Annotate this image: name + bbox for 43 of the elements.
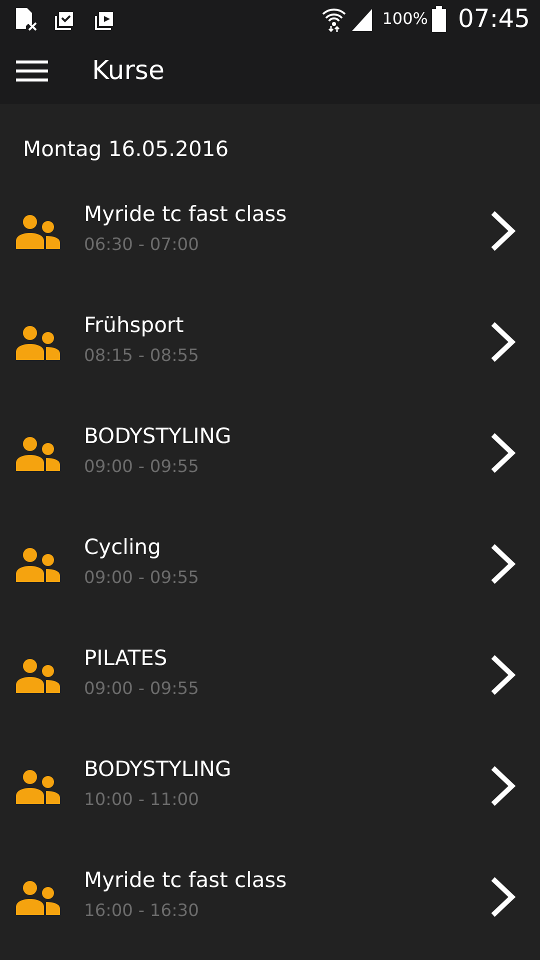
course-row[interactable]: Frühsport 08:15 - 08:55 — [0, 286, 540, 397]
signal-icon — [350, 7, 374, 31]
battery-percentage: 100% — [382, 8, 428, 30]
course-time: 10:00 - 11:00 — [84, 789, 200, 812]
people-icon — [16, 324, 60, 360]
chevron-right-icon — [490, 542, 516, 584]
course-time: 09:00 - 09:55 — [84, 456, 200, 480]
people-icon — [16, 434, 60, 470]
wifi-icon — [322, 6, 346, 32]
course-name: PILATES — [84, 646, 168, 672]
people-icon — [16, 546, 60, 582]
course-name: Myride tc fast class — [84, 202, 288, 228]
sim-card-icon — [14, 7, 38, 31]
course-time: 06:30 - 07:00 — [84, 234, 200, 258]
course-time: 08:15 - 08:55 — [84, 345, 200, 368]
date-header: Montag 16.05.2016 — [22, 136, 230, 163]
course-name: Frühsport — [84, 313, 185, 338]
battery-icon — [432, 6, 446, 32]
course-name: Cycling — [84, 535, 162, 560]
course-name: BODYSTYLING — [84, 424, 232, 450]
course-row[interactable]: Cycling 09:00 - 09:55 — [0, 508, 540, 619]
chevron-right-icon — [490, 654, 516, 696]
people-icon — [16, 212, 60, 248]
chevron-right-icon — [490, 876, 516, 918]
course-time: 16:00 - 16:30 — [84, 900, 200, 924]
course-row[interactable]: BODYSTYLING 10:00 - 11:00 — [0, 730, 540, 841]
course-time: 09:00 - 09:55 — [84, 678, 200, 702]
people-icon — [16, 768, 60, 804]
course-name: BODYSTYLING — [84, 757, 232, 782]
course-row[interactable]: BODYSTYLING 09:00 - 09:55 — [0, 397, 540, 508]
chevron-right-icon — [490, 320, 516, 362]
course-row[interactable]: Myride tc fast class 16:00 - 16:30 — [0, 841, 540, 952]
chevron-right-icon — [490, 432, 516, 474]
people-icon — [16, 656, 60, 692]
screen-title: Kurse — [92, 54, 164, 88]
course-row[interactable]: Myride tc fast class 06:30 - 07:00 — [0, 175, 540, 286]
course-name: Myride tc fast class — [84, 868, 288, 894]
course-time: 09:00 - 09:55 — [84, 567, 200, 590]
chevron-right-icon — [490, 764, 516, 806]
chevron-right-icon — [490, 210, 516, 252]
course-row[interactable]: PILATES 09:00 - 09:55 — [0, 619, 540, 730]
clock-time: 07:45 — [458, 3, 530, 36]
people-icon — [16, 878, 60, 914]
